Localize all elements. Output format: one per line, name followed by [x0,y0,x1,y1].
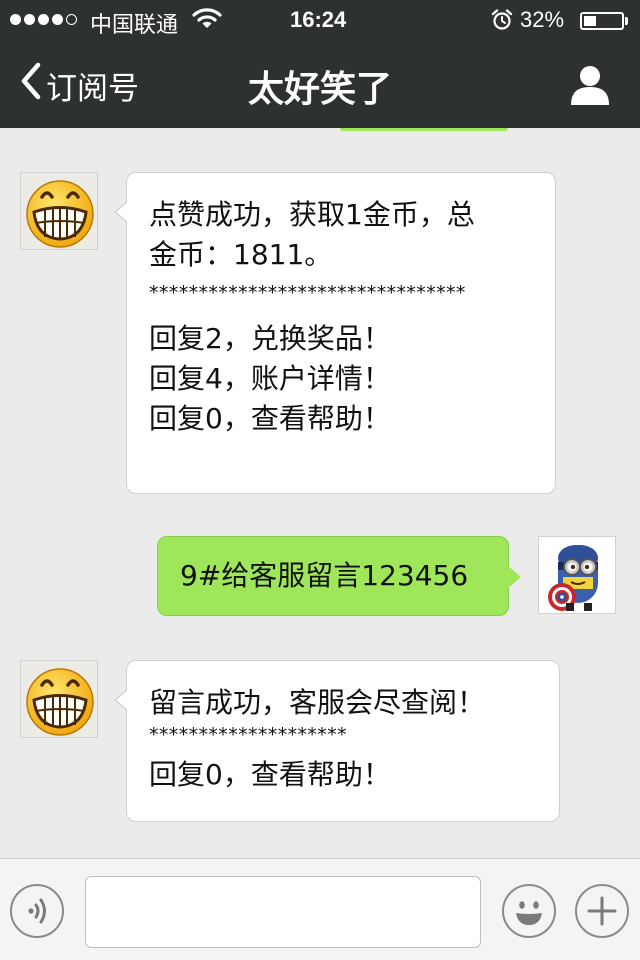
voice-button[interactable] [10,884,64,938]
status-bar: 中国联通 16:24 32% [0,0,640,40]
previous-message-edge [340,128,508,131]
message-text: 回复4，账户详情！ [149,362,391,395]
message-text: 9#给客服留言123456 [180,559,469,592]
grin-face-icon [21,661,97,737]
message-text: 回复0，查看帮助！ [149,758,391,791]
message-input[interactable] [85,876,481,948]
signal-dot [52,14,63,25]
signal-dot [66,14,77,25]
navigation-bar: 订阅号 太好笑了 [0,40,640,128]
message-list[interactable]: 点赞成功，获取1金币，总 金币：1811。 ******************… [0,128,640,858]
message-bubble-sent[interactable]: 9#给客服留言123456 [157,536,521,616]
grin-face-icon [21,173,97,249]
avatar-self[interactable] [538,536,616,614]
battery-fill [584,16,596,26]
minion-captain-avatar-icon [539,537,615,613]
plus-icon [587,896,617,926]
message-bubble-received[interactable]: 点赞成功，获取1金币，总 金币：1811。 ******************… [114,172,556,494]
message-bubble-received[interactable]: 留言成功，客服会尽查阅！ ******************** 回复0，查看… [114,660,560,822]
message-separator: ******************** [149,724,347,746]
signal-dot [24,14,35,25]
smiley-icon [516,901,542,925]
message-text: 回复0，查看帮助！ [149,402,391,435]
emoji-button[interactable] [502,884,556,938]
avatar[interactable] [20,172,98,250]
wifi-icon [192,6,222,36]
clock: 16:24 [290,7,347,32]
battery-icon [580,12,624,30]
top-bar: 中国联通 16:24 32% 订阅号 太好笑了 [0,0,640,128]
input-bar [0,858,640,960]
profile-button[interactable] [568,63,612,111]
voice-icon [28,898,46,924]
battery-nub [625,17,628,25]
signal-dot [38,14,49,25]
signal-dot [10,14,21,25]
message-text: 留言成功，客服会尽查阅！ [149,686,486,719]
alarm-icon [491,9,513,37]
message-separator: ******************************** [149,282,466,304]
avatar[interactable] [20,660,98,738]
person-icon [568,66,612,111]
message-text: 回复2，兑换奖品！ [149,322,391,355]
signal-strength-icon [10,14,77,25]
carrier-name: 中国联通 [90,12,179,37]
message-text: 点赞成功，获取1金币，总 [149,198,475,231]
more-button[interactable] [575,884,629,938]
chat-title: 太好笑了 [247,69,392,110]
battery-percent: 32% [520,7,565,32]
message-text: 金币：1811。 [149,238,333,271]
